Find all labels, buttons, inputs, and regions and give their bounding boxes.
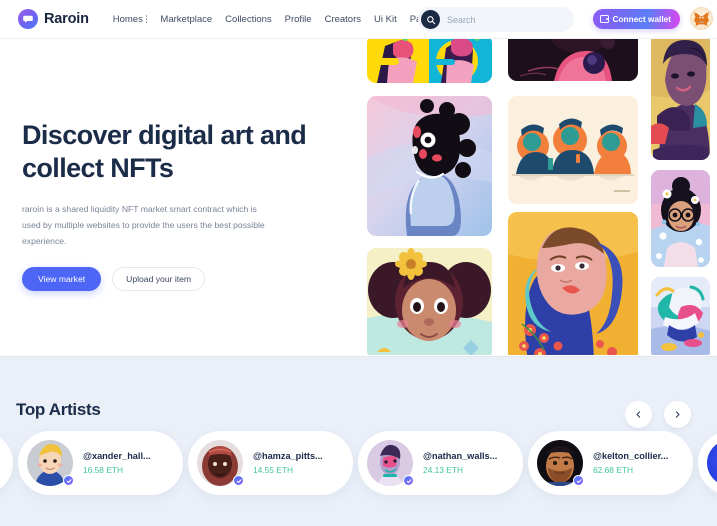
upload-item-button[interactable]: Upload your item <box>112 267 206 291</box>
nft-tile-black-flower-girl[interactable] <box>367 96 492 236</box>
view-market-button[interactable]: View market <box>22 267 102 291</box>
connect-wallet-button[interactable]: Connect wallet <box>593 9 681 29</box>
artist-meta: @xander_hall... 16.58 ETH <box>83 451 151 475</box>
nav-item-label: Collections <box>225 13 272 25</box>
artist-card[interactable]: @xander_hall... 16.58 ETH <box>18 431 183 495</box>
artist-eth-value: 14.55 ETH <box>253 465 294 475</box>
artist-card[interactable]: @hamza_pitts... 14.55 ETH <box>188 431 353 495</box>
nav-item-label: Homes <box>112 13 143 25</box>
artist-meta: @hamza_pitts... 14.55 ETH <box>253 451 323 475</box>
hero-actions: View market Upload your item <box>22 267 342 291</box>
main-nav: Homes Marketplace Collections Profile Cr… <box>113 7 442 25</box>
verified-badge-icon <box>233 475 244 486</box>
carousel-prev-button[interactable] <box>625 401 652 428</box>
hero-subtitle: raroin is a shared liquidity NFT market … <box>22 204 265 246</box>
wallet-icon <box>600 15 609 23</box>
nav-item-collections[interactable]: Collections <box>225 14 271 25</box>
verified-badge-icon <box>573 475 584 486</box>
avatar <box>27 440 74 486</box>
avatar <box>537 440 584 486</box>
metamask-fox-avatar[interactable] <box>690 7 713 30</box>
verified-badge-icon <box>63 475 74 486</box>
nft-tile-yellow-blue-duo[interactable] <box>367 34 492 83</box>
brand-logo-link[interactable]: Raroin <box>18 9 89 29</box>
nft-tile-skater[interactable] <box>651 277 710 355</box>
artist-meta: @nathan_walls... 24.13 ETH <box>423 451 497 475</box>
avatar <box>707 440 717 486</box>
nft-tile-golden-woman[interactable] <box>508 212 638 355</box>
carousel-next-button[interactable] <box>664 401 691 428</box>
nav-item-ui-kit[interactable]: Ui Kit <box>374 14 397 25</box>
top-artists-carousel: @xander_hall... 16.58 ETH @hamza_pitts..… <box>0 431 717 526</box>
hero-copy: Discover digital art and collect NFTs ra… <box>22 119 342 291</box>
nav-item-creators[interactable]: Creators <box>325 14 361 25</box>
artist-handle: @hamza_pitts... <box>253 451 323 461</box>
nav-item-profile[interactable]: Profile <box>285 14 312 25</box>
artist-eth-value: 62.68 ETH <box>593 465 634 475</box>
verified-badge-icon <box>403 475 414 486</box>
nav-item-homes[interactable]: Homes <box>113 14 148 25</box>
nav-item-label: Profile <box>284 13 312 25</box>
page-title: Discover digital art and collect NFTs <box>22 120 307 183</box>
artist-handle: @nathan_walls... <box>423 451 498 461</box>
avatar <box>367 440 414 486</box>
carousel-controls <box>625 401 691 428</box>
artist-handle: @xander_hall... <box>83 451 151 461</box>
search-bar[interactable] <box>418 7 574 32</box>
nft-tile-pink-glasses-girl[interactable] <box>651 170 710 267</box>
artist-meta: @kelton_collier... 62.68 ETH <box>593 451 668 475</box>
artist-card[interactable]: @nathan_walls... 24.13 ETH <box>358 431 523 495</box>
search-input[interactable] <box>447 14 567 25</box>
site-header: Raroin Homes Marketplace Collections Pro… <box>0 0 717 39</box>
artist-card-partial-left[interactable] <box>0 431 13 495</box>
nft-gallery-grid <box>360 0 717 355</box>
chevron-menu-icon <box>145 15 148 23</box>
nft-tile-purple-woman-portrait[interactable] <box>651 30 710 160</box>
artist-eth-value: 24.13 ETH <box>423 465 464 475</box>
section-title: Top Artists <box>16 400 101 419</box>
search-icon <box>421 10 440 29</box>
nav-item-marketplace[interactable]: Marketplace <box>160 14 212 25</box>
artist-card-partial-right[interactable] <box>698 431 717 495</box>
artist-eth-value: 16.58 ETH <box>83 465 124 475</box>
nav-item-label: Marketplace <box>160 13 213 25</box>
brand-name: Raroin <box>44 11 89 27</box>
chat-bubble-logo-icon <box>18 9 38 29</box>
nft-tile-cream-trio[interactable] <box>508 96 638 204</box>
connect-wallet-label: Connect wallet <box>612 14 672 24</box>
nft-tile-sunflower-child[interactable] <box>367 248 492 355</box>
nav-item-label: Creators <box>324 13 362 25</box>
artist-handle: @kelton_collier... <box>593 451 669 461</box>
artist-card[interactable]: @kelton_collier... 62.68 ETH <box>528 431 693 495</box>
avatar <box>197 440 244 486</box>
page-root: Raroin Homes Marketplace Collections Pro… <box>0 0 717 526</box>
nav-item-label: Ui Kit <box>374 13 397 25</box>
